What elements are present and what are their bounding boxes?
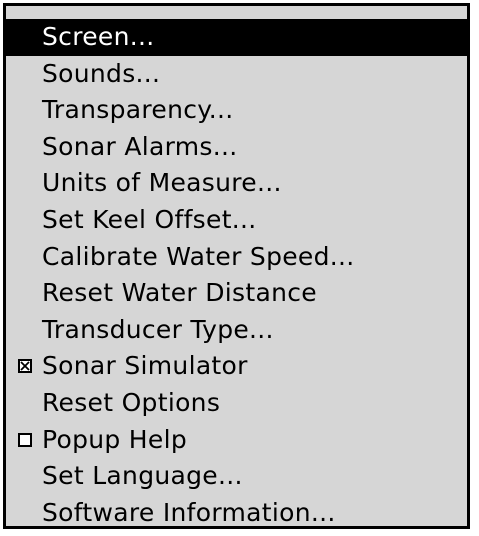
sonar-simulator-checkbox-checked[interactable] bbox=[18, 359, 32, 374]
menu-item-label: Transparency... bbox=[42, 95, 234, 125]
menu-item-sounds[interactable]: Sounds... bbox=[6, 56, 467, 93]
menu-item-label: Sounds... bbox=[42, 58, 161, 88]
menu-item-reset-water-distance[interactable]: Reset Water Distance bbox=[6, 275, 467, 312]
menu-item-label: Set Language... bbox=[42, 461, 243, 491]
settings-menu: Screen... Sounds... Transparency... Sona… bbox=[3, 3, 470, 529]
checkmark-x-icon bbox=[20, 361, 30, 371]
popup-help-checkbox-unchecked[interactable] bbox=[18, 432, 32, 447]
menu-item-calibrate-water-speed[interactable]: Calibrate Water Speed... bbox=[6, 239, 467, 276]
menu-item-label: Transducer Type... bbox=[42, 314, 274, 344]
menu-item-reset-options[interactable]: Reset Options bbox=[6, 385, 467, 422]
menu-item-label: Sonar Simulator bbox=[42, 351, 248, 381]
menu-item-label: Software Information... bbox=[42, 497, 336, 527]
menu-item-transducer-type[interactable]: Transducer Type... bbox=[6, 312, 467, 349]
menu-item-label: Set Keel Offset... bbox=[42, 204, 257, 234]
menu-item-label: Sonar Alarms... bbox=[42, 131, 238, 161]
menu-item-set-keel-offset[interactable]: Set Keel Offset... bbox=[6, 202, 467, 239]
menu-item-label: Screen... bbox=[42, 22, 155, 51]
menu-item-set-language[interactable]: Set Language... bbox=[6, 458, 467, 495]
menu-item-transparency[interactable]: Transparency... bbox=[6, 92, 467, 129]
menu-item-label: Calibrate Water Speed... bbox=[42, 241, 355, 271]
menu-item-label: Units of Measure... bbox=[42, 168, 282, 198]
menu-item-label: Reset Options bbox=[42, 387, 221, 417]
menu-item-screen[interactable]: Screen... bbox=[6, 19, 467, 56]
menu-item-units-of-measure[interactable]: Units of Measure... bbox=[6, 165, 467, 202]
menu-item-sonar-simulator[interactable]: Sonar Simulator bbox=[6, 348, 467, 385]
menu-item-label: Reset Water Distance bbox=[42, 278, 317, 308]
menu-item-sonar-alarms[interactable]: Sonar Alarms... bbox=[6, 129, 467, 166]
menu-item-label: Popup Help bbox=[42, 424, 188, 454]
menu-item-software-information[interactable]: Software Information... bbox=[6, 495, 467, 532]
menu-item-popup-help[interactable]: Popup Help bbox=[6, 422, 467, 459]
